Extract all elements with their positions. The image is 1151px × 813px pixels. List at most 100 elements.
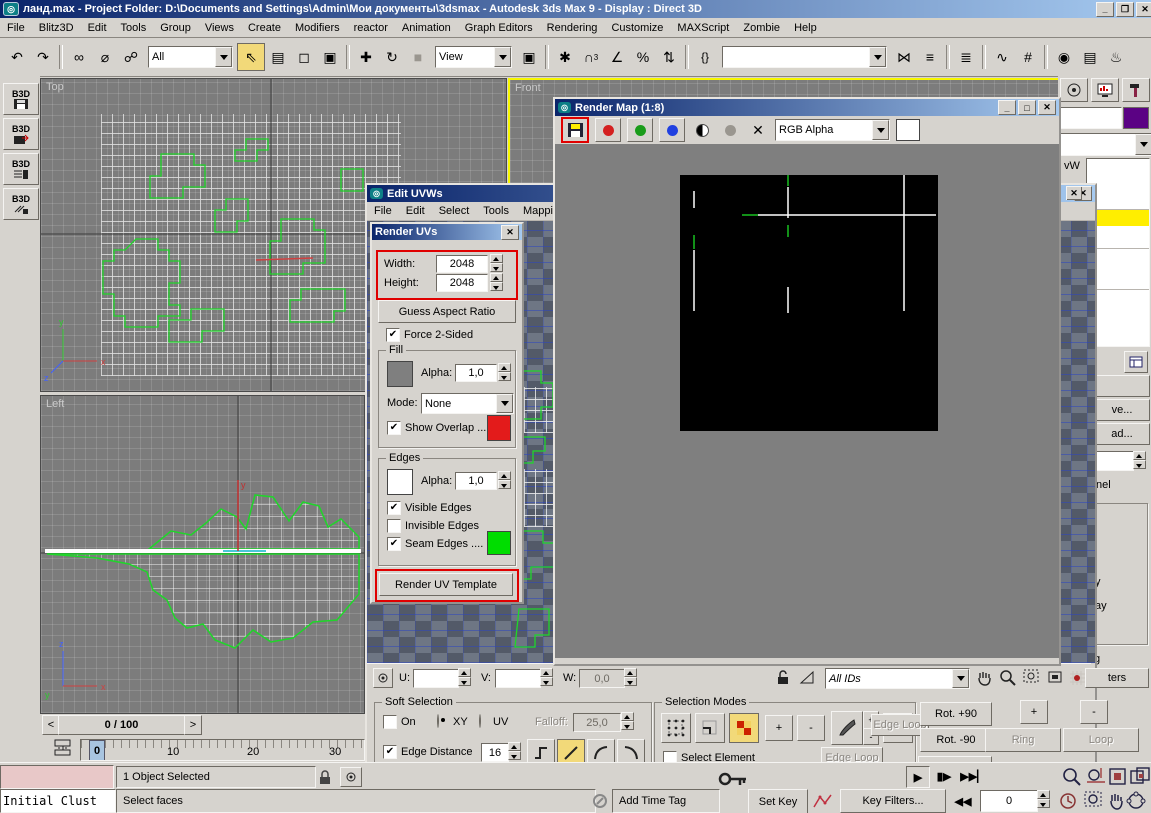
arc-rotate-icon[interactable]	[1126, 791, 1146, 811]
rotate-plus90-button[interactable]: Rot. +90	[920, 702, 992, 726]
time-configuration-icon[interactable]	[1058, 791, 1078, 811]
layer-manager-icon[interactable]: ≣	[953, 44, 979, 70]
ring-button[interactable]: Ring	[985, 728, 1061, 752]
next-frame-button[interactable]: ▮▶	[932, 766, 956, 786]
edge-distance-spinner[interactable]	[508, 742, 521, 760]
height-field[interactable]: 2048	[436, 274, 488, 292]
zoom-icon[interactable]	[1062, 767, 1082, 787]
shrink-selection-button[interactable]: -	[797, 715, 825, 741]
window-crossing-icon[interactable]: ▣	[317, 44, 343, 70]
minimize-icon[interactable]: _	[998, 100, 1016, 115]
menu-group[interactable]: Group	[153, 20, 198, 36]
select-and-manipulate-icon[interactable]: ✱	[552, 44, 578, 70]
save-button-partial[interactable]: ve...	[1094, 399, 1150, 421]
select-object-icon[interactable]: ⇖	[237, 43, 265, 71]
absolute-mode-icon[interactable]	[373, 668, 393, 688]
rectangular-selection-region-icon[interactable]: ◻	[291, 44, 317, 70]
force-2sided-checkbox[interactable]: ✔	[386, 328, 400, 342]
uvw-menu-file[interactable]: File	[367, 203, 399, 219]
time-slider[interactable]: 0 / 100	[58, 715, 185, 735]
rotate-minus90-button[interactable]: Rot. -90	[920, 728, 992, 752]
fill-color-swatch[interactable]	[387, 361, 413, 387]
menu-graph-editors[interactable]: Graph Editors	[458, 20, 540, 36]
selection-shrink-button[interactable]: -	[1080, 700, 1108, 724]
zoom-icon[interactable]	[999, 669, 1017, 687]
zoom-all-icon[interactable]	[1086, 767, 1106, 787]
soft-selection-on-checkbox[interactable]	[383, 715, 397, 729]
add-time-tag-field[interactable]: Add Time Tag	[612, 789, 720, 813]
width-field[interactable]: 2048	[436, 255, 488, 273]
menu-tools[interactable]: Tools	[114, 20, 154, 36]
parameters-rollout-partial[interactable]: ters	[1085, 668, 1149, 688]
snaps-toggle-icon[interactable]: ∩3	[578, 44, 604, 70]
paint-select-button[interactable]	[831, 711, 863, 745]
configure-stack-icon[interactable]	[1124, 351, 1148, 373]
mode-dropdown[interactable]: None	[421, 393, 514, 414]
u-field[interactable]	[413, 669, 459, 688]
edges-alpha-spinner[interactable]	[498, 471, 511, 489]
select-and-link-icon[interactable]: ∞	[66, 44, 92, 70]
use-pivot-center-icon[interactable]: ▣	[516, 44, 542, 70]
width-spinner[interactable]	[490, 254, 503, 272]
selection-lock-icon[interactable]	[318, 769, 332, 785]
filter-icon[interactable]	[799, 670, 817, 686]
viewport-top-label[interactable]: Top	[46, 81, 64, 93]
b3d-list-button[interactable]: B3D	[3, 153, 39, 185]
selection-grow-button[interactable]: +	[1020, 700, 1048, 724]
b3d-tools-button[interactable]: B3D	[3, 188, 39, 220]
maximize-icon[interactable]: □	[1018, 100, 1036, 115]
object-name-field[interactable]	[1060, 107, 1122, 129]
red-channel-button[interactable]	[595, 118, 621, 142]
menu-customize[interactable]: Customize	[604, 20, 670, 36]
b3d-save-button[interactable]: B3D	[3, 83, 39, 115]
select-by-name-icon[interactable]: ▤	[265, 44, 291, 70]
select-and-move-icon[interactable]: ✚	[353, 44, 379, 70]
set-key-button[interactable]: Set Key	[748, 789, 808, 813]
seam-edges-checkbox[interactable]: ✔	[387, 537, 401, 551]
all-ids-dropdown[interactable]: All IDs	[825, 668, 970, 689]
load-button-partial[interactable]: ad...	[1094, 423, 1150, 445]
maxscript-mini-listener-white[interactable]: Initial Clust	[0, 789, 116, 813]
b3d-export-button[interactable]: B3D	[3, 118, 39, 150]
named-selection-dropdown[interactable]	[722, 46, 887, 68]
dropdown-arrow-icon[interactable]	[869, 47, 886, 67]
grow-selection-button[interactable]: +	[765, 715, 793, 741]
maxscript-mini-listener-pink[interactable]	[0, 765, 114, 789]
lock-selection-icon[interactable]	[775, 670, 791, 686]
pan-icon[interactable]	[975, 669, 993, 687]
background-color-swatch[interactable]	[896, 119, 920, 141]
dropdown-arrow-icon[interactable]	[872, 120, 889, 140]
play-button[interactable]: ▶	[906, 766, 930, 788]
dropdown-arrow-icon[interactable]	[496, 394, 513, 413]
quick-render-icon[interactable]: ♨	[1103, 44, 1129, 70]
save-bitmap-icon[interactable]	[568, 123, 583, 137]
render-uv-template-button[interactable]: Render UV Template	[379, 573, 513, 596]
named-selection-sets-icon[interactable]: {}	[692, 44, 718, 70]
menu-animation[interactable]: Animation	[395, 20, 458, 36]
open-trackbar-icon[interactable]	[54, 739, 72, 757]
zoom-extents-all-icon[interactable]	[1130, 767, 1150, 787]
menu-rendering[interactable]: Rendering	[540, 20, 605, 36]
select-and-rotate-icon[interactable]: ↻	[379, 44, 405, 70]
close-icon[interactable]: ✕	[1038, 100, 1056, 115]
blue-channel-button[interactable]	[659, 118, 685, 142]
height-spinner[interactable]	[490, 273, 503, 291]
face-mode-button[interactable]	[729, 713, 759, 743]
menu-blitz3d[interactable]: Blitz3D	[32, 20, 81, 36]
go-to-start-button[interactable]: ◀◀	[950, 791, 976, 811]
clear-button[interactable]: ✕	[747, 119, 769, 141]
close-icon[interactable]: ✕	[501, 225, 519, 240]
render-uvs-titlebar[interactable]: Render UVs ✕	[372, 224, 522, 240]
modifier-list-dropdown[interactable]	[1060, 133, 1151, 156]
dropdown-arrow-icon[interactable]	[952, 669, 969, 688]
dropdown-arrow-icon[interactable]	[494, 47, 511, 67]
current-frame-field[interactable]: 0	[980, 790, 1038, 812]
panel-button-partial[interactable]	[1094, 375, 1150, 397]
map-channel-spinner[interactable]	[1133, 451, 1146, 469]
reference-coordinate-dropdown[interactable]: View	[435, 46, 512, 68]
zoom-extents-icon[interactable]	[1047, 669, 1065, 687]
u-spinner[interactable]	[458, 668, 471, 686]
seam-color-swatch[interactable]	[487, 531, 511, 555]
tab-utilities[interactable]	[1122, 78, 1150, 102]
uvw-menu-select[interactable]: Select	[432, 203, 477, 219]
